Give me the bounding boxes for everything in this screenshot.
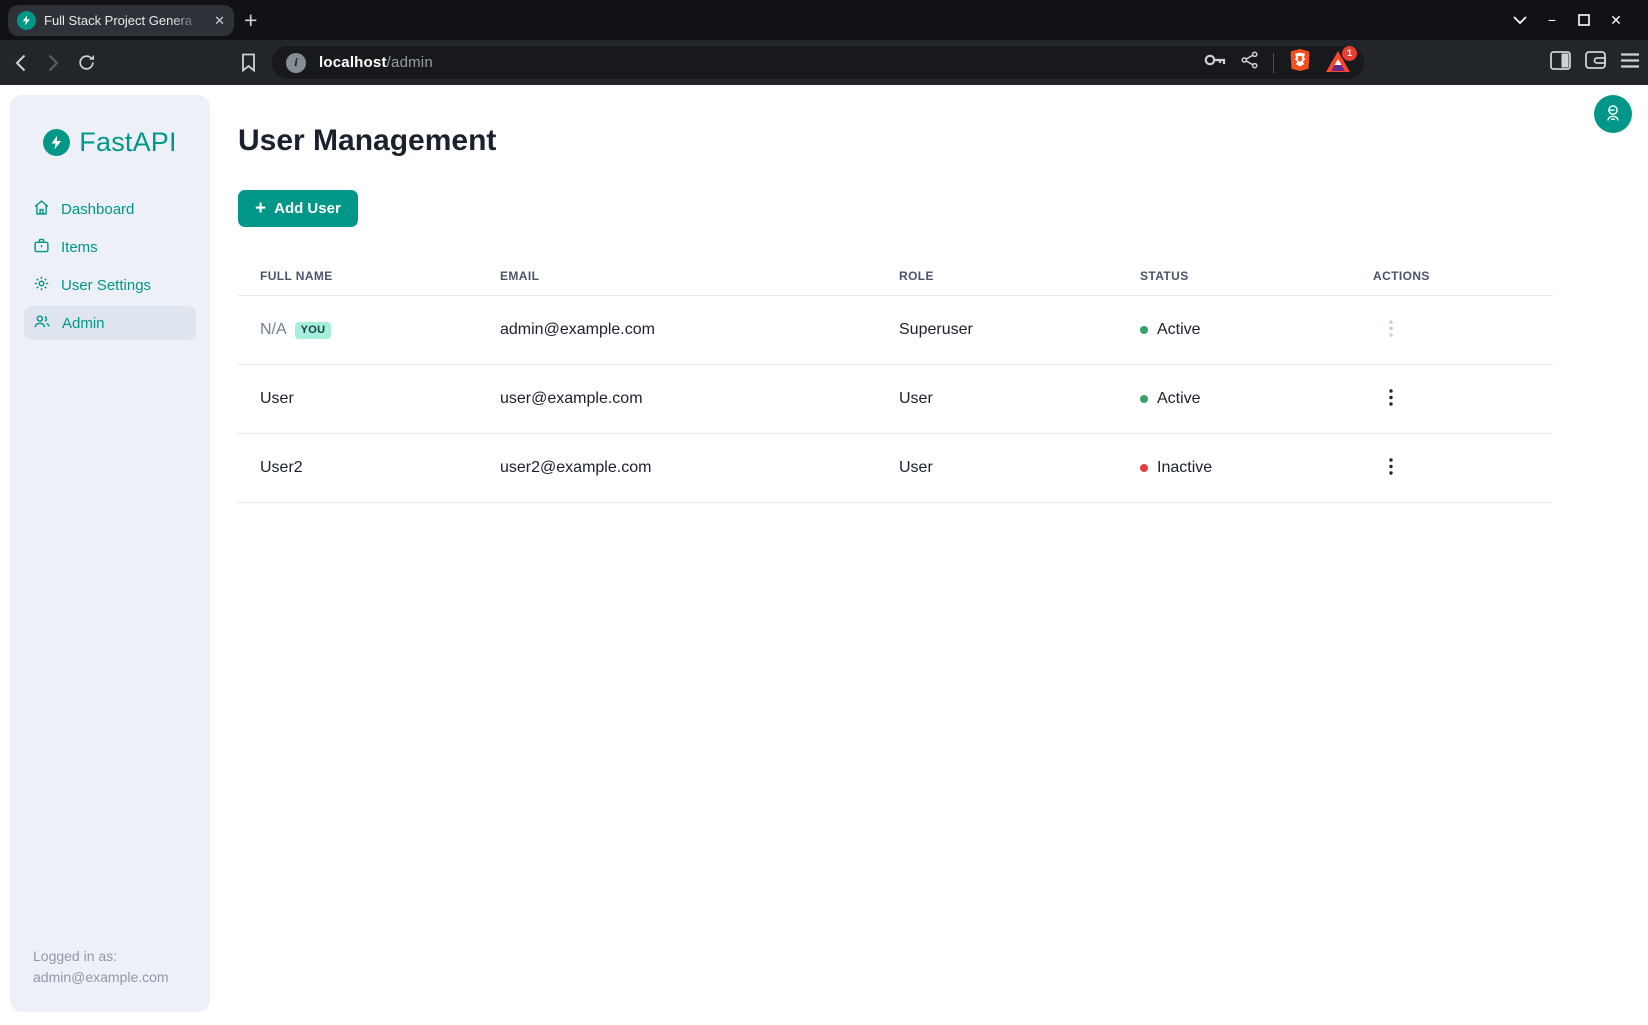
cell-status: Inactive	[1140, 459, 1373, 477]
row-actions-menu-button[interactable]	[1385, 316, 1397, 344]
url-path: /admin	[387, 54, 433, 71]
brave-rewards-icon[interactable]: 1	[1326, 51, 1350, 75]
table-header-row: FULL NAME EMAIL ROLE STATUS ACTIONS	[238, 256, 1553, 296]
url-host: localhost	[319, 54, 387, 71]
sidebar-item-label: Dashboard	[61, 201, 134, 218]
plus-icon: +	[255, 199, 266, 218]
back-button[interactable]	[10, 54, 30, 72]
url-bar[interactable]: i localhost/admin 1	[272, 46, 1364, 79]
page-content: FastAPI Dashboard Items	[0, 85, 1648, 1025]
table-row: User2 user2@example.com User Inactive	[238, 434, 1553, 503]
col-header-actions: ACTIONS	[1373, 269, 1553, 283]
sidebar-item-user-settings[interactable]: User Settings	[24, 268, 196, 302]
home-icon	[33, 199, 50, 220]
add-user-button[interactable]: + Add User	[238, 190, 358, 227]
wallet-icon[interactable]	[1585, 51, 1606, 74]
fastapi-logo-icon	[43, 129, 70, 156]
cell-status: Active	[1140, 321, 1373, 339]
sidebar-item-label: User Settings	[61, 277, 151, 294]
sidebar-item-label: Admin	[62, 315, 105, 332]
row-actions-menu-button[interactable]	[1385, 385, 1397, 413]
tab-title: Full Stack Project Genera	[44, 13, 206, 28]
bookmark-icon[interactable]	[241, 53, 256, 77]
tab-close-icon[interactable]: ✕	[214, 14, 225, 27]
browser-window: Full Stack Project Genera ✕ + − ✕	[0, 0, 1648, 1025]
cell-actions	[1373, 385, 1553, 413]
users-table: FULL NAME EMAIL ROLE STATUS ACTIONS N/AY…	[238, 256, 1553, 503]
col-header-full-name: FULL NAME	[238, 269, 500, 283]
sidebar-toggle-icon[interactable]	[1550, 51, 1571, 75]
fastapi-favicon-icon	[17, 11, 36, 30]
cell-role: User	[899, 459, 1140, 477]
cell-email: user2@example.com	[500, 459, 899, 477]
minimize-button[interactable]: −	[1544, 12, 1560, 28]
status-label: Inactive	[1157, 459, 1212, 477]
site-info-icon[interactable]: i	[286, 53, 306, 73]
browser-tab[interactable]: Full Stack Project Genera ✕	[8, 5, 234, 36]
forward-button[interactable]	[43, 54, 63, 72]
briefcase-icon	[33, 237, 50, 258]
status-dot	[1140, 326, 1148, 334]
cell-actions	[1373, 454, 1553, 482]
share-icon[interactable]	[1241, 51, 1258, 74]
new-tab-button[interactable]: +	[244, 6, 257, 34]
window-close-button[interactable]: ✕	[1608, 12, 1624, 29]
url-text: localhost/admin	[319, 54, 433, 71]
tab-search-chevron-icon[interactable]	[1512, 16, 1528, 24]
fastapi-logo: FastAPI	[10, 95, 210, 158]
menu-hamburger-icon[interactable]	[1620, 53, 1640, 73]
cell-email: user@example.com	[500, 390, 899, 408]
sidebar-item-dashboard[interactable]: Dashboard	[24, 192, 196, 226]
rewards-notification-badge: 1	[1342, 46, 1357, 61]
status-label: Active	[1157, 390, 1201, 408]
page-title: User Management	[238, 124, 496, 158]
browser-toolbar: i localhost/admin 1	[0, 40, 1648, 85]
sidebar-item-items[interactable]: Items	[24, 230, 196, 264]
users-icon	[33, 313, 51, 334]
status-label: Active	[1157, 321, 1201, 339]
logged-in-info: Logged in as: admin@example.com	[33, 946, 169, 988]
tab-bar: Full Stack Project Genera ✕ + − ✕	[0, 0, 1648, 40]
user-astronaut-icon	[1603, 103, 1623, 126]
sidebar-nav: Dashboard Items User Settings	[10, 192, 210, 340]
logged-in-email: admin@example.com	[33, 967, 169, 988]
gear-icon	[33, 275, 50, 296]
cell-role: Superuser	[899, 321, 1140, 339]
table-row: N/AYOU admin@example.com Superuser Activ…	[238, 296, 1553, 365]
sidebar-item-label: Items	[61, 239, 98, 256]
sidebar: FastAPI Dashboard Items	[10, 95, 210, 1012]
cell-full-name: User	[238, 390, 500, 408]
col-header-status: STATUS	[1140, 269, 1373, 283]
cell-full-name: User2	[238, 459, 500, 477]
col-header-email: EMAIL	[500, 269, 899, 283]
reload-button[interactable]	[76, 53, 96, 72]
fastapi-logo-text: FastAPI	[79, 127, 176, 158]
maximize-button[interactable]	[1576, 14, 1592, 26]
sidebar-item-admin[interactable]: Admin	[24, 306, 196, 340]
cell-status: Active	[1140, 390, 1373, 408]
brave-shields-icon[interactable]	[1289, 48, 1311, 77]
status-dot	[1140, 395, 1148, 403]
add-user-label: Add User	[274, 200, 341, 217]
cell-actions	[1373, 316, 1553, 344]
row-actions-menu-button[interactable]	[1385, 454, 1397, 482]
logged-in-label: Logged in as:	[33, 946, 169, 967]
col-header-role: ROLE	[899, 269, 1140, 283]
password-key-icon[interactable]	[1204, 53, 1226, 72]
table-row: User user@example.com User Active	[238, 365, 1553, 434]
cell-role: User	[899, 390, 1140, 408]
cell-full-name: N/AYOU	[238, 321, 500, 339]
toolbar-divider	[1273, 53, 1274, 73]
cell-email: admin@example.com	[500, 321, 899, 339]
you-badge: YOU	[295, 322, 332, 339]
user-menu-button[interactable]	[1594, 95, 1632, 133]
status-dot	[1140, 464, 1148, 472]
